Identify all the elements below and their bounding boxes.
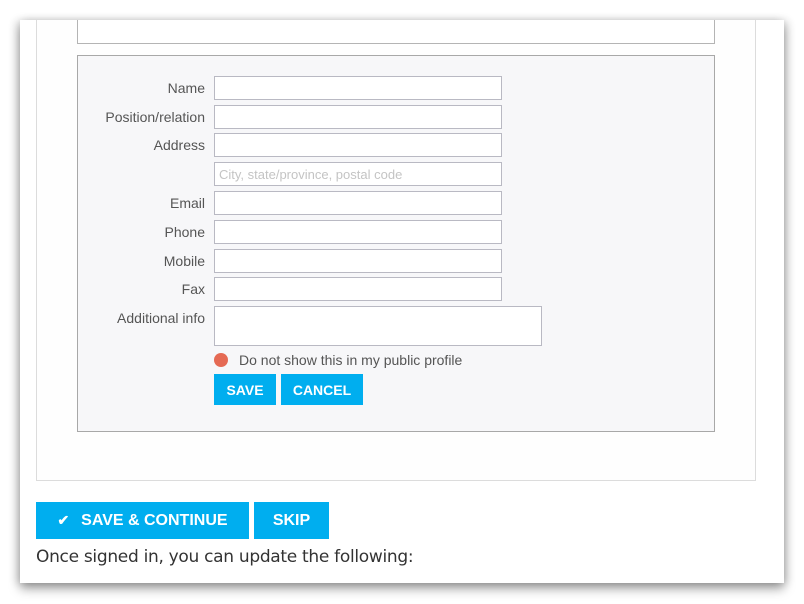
email-label: Email <box>169 195 205 211</box>
fax-label: Fax <box>181 281 205 297</box>
privacy-label: Do not show this in my public profile <box>239 352 463 368</box>
fax-row: Fax <box>78 277 714 301</box>
position-label: Position/relation <box>105 109 205 125</box>
skip-button[interactable]: SKIP <box>254 502 329 539</box>
address-input[interactable] <box>214 133 502 157</box>
save-continue-label: SAVE & CONTINUE <box>81 511 228 529</box>
city-input[interactable] <box>214 162 502 186</box>
additional-info-label: Additional info <box>117 310 205 326</box>
email-row: Email <box>78 191 714 215</box>
save-button[interactable]: SAVE <box>214 374 276 405</box>
mobile-label: Mobile <box>163 253 205 269</box>
position-row: Position/relation <box>78 105 714 129</box>
previous-entry-box <box>77 20 715 44</box>
additional-info-row: Additional info <box>78 306 714 346</box>
phone-row: Phone <box>78 220 714 244</box>
mobile-row: Mobile <box>78 249 714 273</box>
email-input[interactable] <box>214 191 502 215</box>
name-input[interactable] <box>214 76 502 100</box>
page: Name Position/relation Address Email Pho… <box>20 20 784 583</box>
address-label: Address <box>153 137 205 153</box>
address-row: Address <box>78 133 714 157</box>
cancel-button[interactable]: CANCEL <box>281 374 363 405</box>
additional-info-textarea[interactable] <box>214 306 542 346</box>
phone-input[interactable] <box>214 220 502 244</box>
privacy-toggle[interactable]: Do not show this in my public profile <box>214 351 462 369</box>
name-label: Name <box>167 80 205 96</box>
name-row: Name <box>78 76 714 100</box>
footer-text: Once signed in, you can update the follo… <box>36 547 414 567</box>
position-input[interactable] <box>214 105 502 129</box>
check-icon: ✔ <box>57 512 70 528</box>
save-continue-button[interactable]: ✔ SAVE & CONTINUE <box>36 502 249 539</box>
fax-input[interactable] <box>214 277 502 301</box>
contact-form-panel: Name Position/relation Address Email Pho… <box>77 55 715 432</box>
privacy-radio-icon[interactable] <box>214 353 228 367</box>
phone-label: Phone <box>164 224 205 240</box>
mobile-input[interactable] <box>214 249 502 273</box>
city-row <box>78 162 714 186</box>
